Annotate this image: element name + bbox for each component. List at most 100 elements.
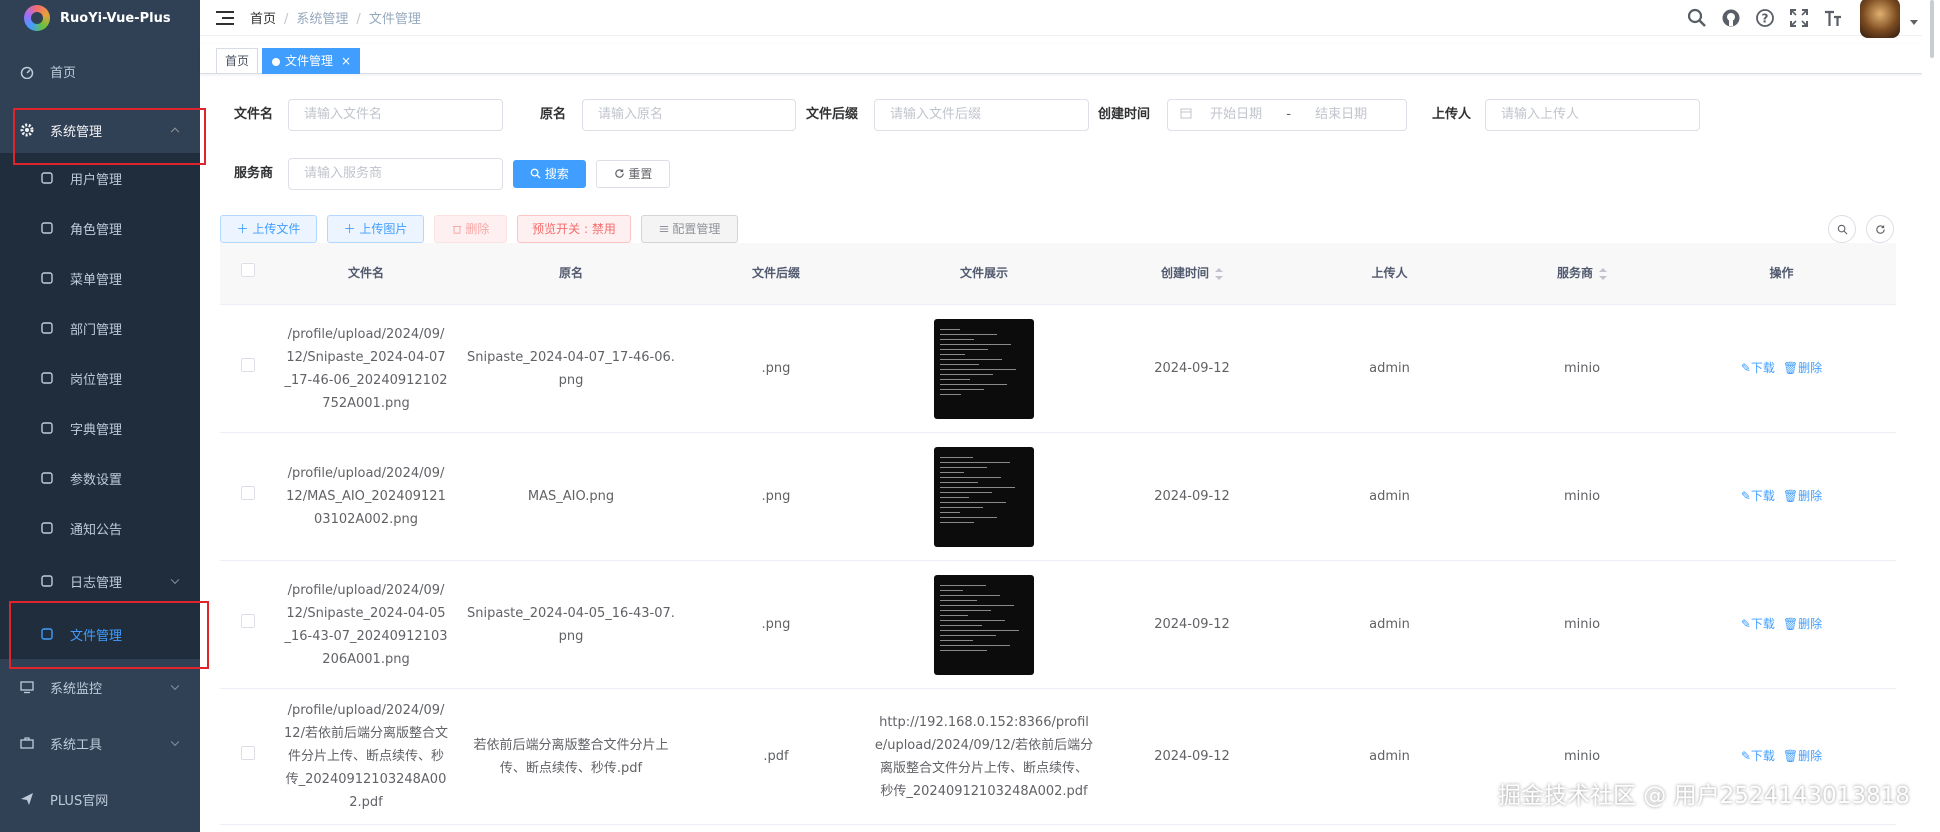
sidebar-item-label: 字典管理 (70, 422, 123, 438)
row-select (220, 485, 276, 508)
cell-actions: ✎下载 🗑删除 (1667, 745, 1896, 768)
file-table: 文件名 原名 文件后缀 文件展示 创建时间 上传人 服务商 操作 /profil… (220, 243, 1896, 825)
sort-icon[interactable] (1599, 267, 1607, 280)
service-input[interactable]: 请输入服务商 (288, 158, 503, 190)
download-link[interactable]: ✎下载 (1741, 361, 1775, 375)
row-checkbox[interactable] (241, 614, 255, 628)
cell-service: minio (1563, 617, 1601, 632)
sidebar-item-label: 首页 (50, 66, 77, 81)
row-select (220, 745, 276, 768)
delete-label: 删除 (1798, 489, 1823, 503)
breadcrumb-home[interactable]: 首页 (250, 12, 276, 27)
uploader-input[interactable]: 请输入上传人 (1485, 99, 1700, 131)
select-all-checkbox[interactable] (241, 263, 255, 277)
cell-suffix: .png (761, 617, 791, 632)
sidebar-item-label: 菜单管理 (70, 272, 123, 288)
sidebar-item-dict[interactable]: 字典管理 (0, 403, 200, 453)
label-uploader: 上传人 (1432, 107, 1472, 122)
cell-actions: ✎下载 🗑删除 (1667, 485, 1896, 508)
search-button[interactable]: 搜索 (513, 160, 586, 188)
preview-toggle-button[interactable]: 预览开关 : 禁用 (517, 215, 631, 243)
upload-file-button[interactable]: ＋ 上传文件 (220, 215, 317, 243)
close-icon[interactable]: × (341, 54, 351, 68)
tag-home[interactable]: 首页 (216, 48, 259, 74)
font-size-icon[interactable] (1823, 8, 1843, 28)
sidebar-item-config[interactable]: 参数设置 (0, 453, 200, 503)
start-date-input[interactable]: 开始日期 (1210, 107, 1262, 122)
col-file-name: 文件名 (347, 266, 384, 280)
cell-suffix: .pdf (763, 749, 789, 764)
cell-actions: ✎下载 🗑删除 (1667, 357, 1896, 380)
sidebar-item-label: 参数设置 (70, 472, 123, 488)
delete-label: 删除 (1798, 617, 1823, 631)
avatar[interactable] (1860, 0, 1900, 38)
github-icon[interactable] (1721, 8, 1741, 28)
hamburger-icon[interactable] (216, 10, 234, 25)
config-button[interactable]: 配置管理 (641, 215, 738, 243)
delete-link[interactable]: 🗑删除 (1783, 361, 1822, 375)
toggle-search-button[interactable] (1828, 215, 1856, 243)
cell-uploader: admin (1369, 749, 1410, 764)
scrollbar[interactable] (1922, 0, 1940, 832)
preview-link[interactable]: http://192.168.0.152:8366/profile/upload… (866, 711, 1102, 803)
preview-image[interactable] (934, 318, 1034, 419)
sidebar-item-dept[interactable]: 部门管理 (0, 303, 200, 353)
row-checkbox[interactable] (241, 486, 255, 500)
sidebar-item-notice[interactable]: 通知公告 (0, 503, 200, 553)
col-original-name: 原名 (558, 266, 583, 280)
preview-image[interactable] (934, 574, 1034, 675)
sidebar-item-file[interactable]: 文件管理 (0, 609, 200, 659)
sidebar-item-plus[interactable]: PLUS官网 (0, 771, 200, 827)
delete-link[interactable]: 🗑删除 (1783, 749, 1822, 763)
sidebar-item-tools[interactable]: 系统工具 (0, 715, 200, 771)
table-row: /profile/upload/2024/09/12/Snipaste_2024… (220, 561, 1896, 689)
caret-down-icon[interactable] (1910, 19, 1918, 25)
sidebar-item-label: 文件管理 (70, 628, 123, 644)
reset-button[interactable]: 重置 (596, 160, 670, 188)
sort-icon[interactable] (1215, 267, 1223, 280)
file-name-input[interactable]: 请输入文件名 (288, 99, 503, 131)
end-date-input[interactable]: 结束日期 (1315, 107, 1367, 122)
suffix-input[interactable]: 请输入文件后缀 (874, 99, 1089, 131)
search-icon (530, 168, 541, 179)
fullscreen-icon[interactable] (1789, 8, 1809, 28)
search-icon[interactable] (1687, 8, 1707, 28)
sidebar-item-log[interactable]: 日志管理 (0, 553, 200, 609)
sidebar-item-role[interactable]: 角色管理 (0, 203, 200, 253)
sidebar-item-monitor[interactable]: 系统监控 (0, 659, 200, 715)
sidebar-item-user[interactable]: 用户管理 (0, 153, 200, 203)
tag-file-management[interactable]: 文件管理 × (262, 48, 361, 74)
question-icon[interactable]: ? (1755, 8, 1775, 28)
cell-file-name: /profile/upload/2024/09/12/Snipaste_2024… (284, 326, 448, 411)
table-row: /profile/upload/2024/09/12/Snipaste_2024… (220, 305, 1896, 433)
sidebar-item-post[interactable]: 岗位管理 (0, 353, 200, 403)
row-select (220, 613, 276, 636)
upload-icon (41, 628, 53, 640)
date-range-picker[interactable]: 开始日期 - 结束日期 (1167, 99, 1407, 131)
col-created-time[interactable]: 创建时间 (1102, 262, 1282, 285)
original-name-input[interactable]: 请输入原名 (582, 99, 796, 131)
delete-link[interactable]: 🗑删除 (1783, 489, 1822, 503)
col-service[interactable]: 服务商 (1497, 262, 1667, 285)
sidebar-item-system[interactable]: 系统管理 (0, 107, 200, 153)
sidebar-item-home[interactable]: 首页 (0, 36, 200, 107)
delete-link[interactable]: 🗑删除 (1783, 617, 1822, 631)
logo[interactable]: RuoYi-Vue-Plus (0, 0, 200, 36)
sidebar-item-menu[interactable]: 菜单管理 (0, 253, 200, 303)
refresh-button[interactable] (1866, 215, 1894, 243)
upload-image-button[interactable]: ＋ 上传图片 (327, 215, 424, 243)
dict-icon (41, 422, 53, 434)
button-label: 上传文件 (252, 222, 301, 236)
table-header: 文件名 原名 文件后缀 文件展示 创建时间 上传人 服务商 操作 (220, 243, 1896, 305)
preview-image[interactable] (934, 446, 1034, 547)
row-checkbox[interactable] (241, 746, 255, 760)
delete-button[interactable]: 删除 (434, 215, 507, 243)
row-checkbox[interactable] (241, 358, 255, 372)
sidebar-item-label: 通知公告 (70, 522, 123, 538)
download-link[interactable]: ✎下载 (1741, 489, 1775, 503)
label-file-name: 文件名 (234, 107, 274, 122)
cell-file-name: /profile/upload/2024/09/12/若依前后端分离版整合文件分… (284, 703, 448, 810)
download-link[interactable]: ✎下载 (1741, 749, 1775, 763)
col-preview: 文件展示 (959, 266, 1008, 280)
download-link[interactable]: ✎下载 (1741, 617, 1775, 631)
